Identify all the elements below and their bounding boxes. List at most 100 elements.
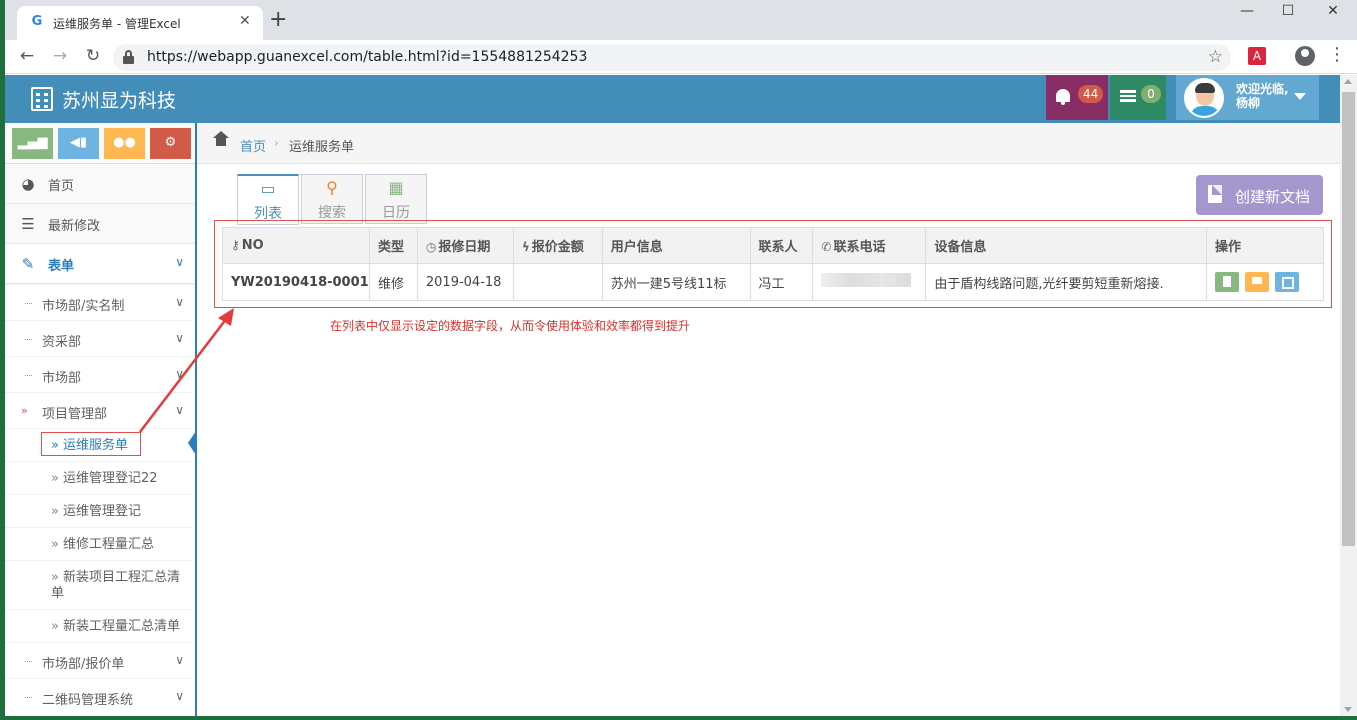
bell-icon bbox=[1056, 89, 1070, 105]
create-document-button[interactable]: 创建新文档 bbox=[1196, 175, 1323, 215]
create-document-label: 创建新文档 bbox=[1235, 188, 1311, 206]
double-chevron-right-icon: » bbox=[51, 471, 59, 486]
tab-search[interactable]: ⚲ 搜索 bbox=[301, 174, 363, 224]
extension-icon[interactable]: A bbox=[1248, 47, 1266, 65]
col-header-user[interactable]: 用户信息 bbox=[601, 227, 751, 264]
url-text[interactable]: https://webapp.guanexcel.com/table.html?… bbox=[147, 49, 587, 65]
app-header: 苏州显为科技 44 0 欢迎光临, 杨柳 bbox=[5, 75, 1340, 123]
breadcrumb-separator: › bbox=[274, 136, 279, 150]
records-table: ⚷ NO 类型 ◷ 报修日期 ϟ 报价金额 用户信息 联系人 ✆ 联系电话 设备信息 操… bbox=[222, 227, 1324, 301]
breadcrumb-current: 运维服务单 bbox=[289, 140, 355, 155]
notifications-button[interactable]: 44 bbox=[1046, 75, 1108, 120]
table-row[interactable]: YW20190418-0001 维修 2019-04-18 苏州一建5号线11标… bbox=[222, 263, 1324, 301]
url-bar[interactable]: https://webapp.guanexcel.com/table.html?… bbox=[113, 44, 1231, 71]
sidebar-group-label: 二维码管理系统 bbox=[42, 693, 134, 708]
list-icon: ☰ bbox=[21, 215, 35, 233]
notifications-badge: 44 bbox=[1078, 85, 1104, 103]
breadcrumb-home-link[interactable]: 首页 bbox=[240, 136, 266, 155]
tab-label: 搜索 bbox=[318, 205, 346, 221]
sidebar-group-market-quote[interactable]: 市场部/报价单 ∨ bbox=[5, 642, 195, 678]
tab-title: 运维服务单 - 管理Excel bbox=[53, 17, 181, 31]
caret-down-icon bbox=[1294, 93, 1306, 100]
forward-icon[interactable]: → bbox=[48, 45, 72, 67]
col-header-label: 用户信息 bbox=[610, 240, 663, 255]
sidebar-item-home[interactable]: ◕ 首页 bbox=[5, 164, 195, 204]
tasks-badge: 0 bbox=[1141, 85, 1161, 103]
sidebar-group-market[interactable]: 市场部 ∨ bbox=[5, 356, 195, 392]
sidebar-item-forms[interactable]: ✎ 表单 ∨ bbox=[5, 244, 195, 284]
col-header-phone[interactable]: ✆ 联系电话 bbox=[812, 227, 927, 264]
browser-tab[interactable]: G 运维服务单 - 管理Excel ✕ bbox=[17, 6, 263, 40]
maximize-icon[interactable]: ☐ bbox=[1277, 2, 1299, 20]
scroll-up-icon[interactable] bbox=[1344, 79, 1352, 84]
double-chevron-right-icon: » bbox=[51, 619, 59, 634]
tab-list[interactable]: ▭ 列表 bbox=[237, 174, 299, 225]
minimize-icon[interactable]: — bbox=[1236, 2, 1258, 20]
sidebar-group-qrcode[interactable]: 二维码管理系统 ∨ bbox=[5, 678, 195, 716]
sidebar-group-market-realname[interactable]: 市场部/实名制 ∨ bbox=[5, 284, 195, 320]
double-chevron-right-icon: » bbox=[21, 404, 28, 417]
cell-no[interactable]: YW20190418-0001 bbox=[222, 263, 370, 301]
scroll-thumb[interactable] bbox=[1342, 92, 1355, 546]
tasks-icon bbox=[1120, 90, 1136, 102]
phone-icon: ✆ bbox=[821, 240, 832, 254]
bullhorn-icon: ◀▮ bbox=[69, 135, 88, 150]
col-header-type[interactable]: 类型 bbox=[368, 227, 418, 264]
sidebar-group-label: 市场部/报价单 bbox=[42, 657, 125, 672]
scroll-down-icon[interactable] bbox=[1344, 707, 1352, 712]
back-icon[interactable]: ← bbox=[15, 45, 39, 67]
page-scrollbar[interactable] bbox=[1340, 75, 1357, 716]
sidebar-item-ops-register[interactable]: » 运维管理登记 bbox=[5, 494, 195, 527]
shortcut-stats-button[interactable]: ▂▄▆ bbox=[12, 128, 53, 159]
profile-icon[interactable] bbox=[1295, 46, 1315, 66]
browser-menu-icon[interactable]: ⋮ bbox=[1328, 45, 1346, 65]
sidebar-item-repair-summary[interactable]: » 维修工程量汇总 bbox=[5, 527, 195, 560]
cell-device: 由于盾构线路问题,光纤要剪短重新熔接. bbox=[925, 263, 1208, 301]
chevron-down-icon: ∨ bbox=[175, 367, 184, 381]
sidebar-item-ops-register-22[interactable]: » 运维管理登记22 bbox=[5, 461, 195, 494]
chevron-down-icon: ∨ bbox=[175, 255, 184, 269]
col-header-no[interactable]: ⚷ NO bbox=[222, 227, 370, 264]
sidebar-shortcuts: ▂▄▆ ◀▮ ●● ⚙ bbox=[5, 123, 195, 164]
col-header-label: 类型 bbox=[377, 240, 404, 255]
brand-name[interactable]: 苏州显为科技 bbox=[62, 86, 176, 113]
flag-button[interactable] bbox=[1245, 272, 1270, 292]
redacted-phone bbox=[821, 273, 912, 287]
sidebar-group-project-mgmt[interactable]: » 项目管理部 ∨ bbox=[5, 392, 195, 428]
col-header-device[interactable]: 设备信息 bbox=[925, 227, 1208, 264]
tab-close-icon[interactable]: ✕ bbox=[239, 13, 251, 29]
bookmark-star-icon[interactable]: ☆ bbox=[1208, 47, 1223, 67]
file-icon bbox=[1208, 185, 1222, 203]
user-menu[interactable]: 欢迎光临, 杨柳 bbox=[1176, 75, 1319, 120]
folder-open-icon: ▭ bbox=[260, 179, 276, 198]
sidebar-group-label: 市场部/实名制 bbox=[42, 299, 125, 314]
avatar bbox=[1184, 78, 1224, 118]
shortcut-settings-button[interactable]: ⚙ bbox=[150, 128, 191, 159]
chevron-down-icon: ∨ bbox=[175, 403, 184, 417]
col-header-label: NO bbox=[241, 238, 264, 253]
col-header-amount[interactable]: ϟ 报价金额 bbox=[512, 227, 603, 264]
col-header-date[interactable]: ◷ 报修日期 bbox=[416, 227, 514, 264]
main-content: 首页 › 运维服务单 ▭ 列表 ⚲ 搜索 ▦ 日历 创建新文档 ⚷ NO 类型 … bbox=[197, 123, 1340, 716]
edit-button[interactable] bbox=[1275, 272, 1300, 292]
edit-icon: ✎ bbox=[21, 255, 35, 273]
window-close-icon[interactable]: ✕ bbox=[1322, 2, 1344, 20]
cell-type: 维修 bbox=[368, 263, 418, 301]
col-header-contact[interactable]: 联系人 bbox=[749, 227, 814, 264]
user-greeting: 欢迎光临, 杨柳 bbox=[1236, 82, 1289, 110]
sidebar-item-label: 最新修改 bbox=[48, 219, 101, 234]
tasks-button[interactable]: 0 bbox=[1110, 75, 1166, 120]
shortcut-announce-button[interactable]: ◀▮ bbox=[58, 128, 99, 159]
sidebar-item-new-install-summary[interactable]: » 新装工程量汇总清单 bbox=[5, 609, 195, 642]
reload-icon[interactable]: ↻ bbox=[81, 45, 105, 67]
sidebar-item-recent[interactable]: ☰ 最新修改 bbox=[5, 204, 195, 244]
chevron-down-icon: ∨ bbox=[175, 331, 184, 345]
new-tab-icon[interactable]: + bbox=[269, 9, 287, 31]
tab-calendar[interactable]: ▦ 日历 bbox=[365, 174, 427, 224]
sidebar-item-new-project-summary[interactable]: » 新装项目工程汇总清单 bbox=[5, 560, 195, 609]
view-button[interactable] bbox=[1215, 272, 1240, 292]
favicon-icon: G bbox=[31, 14, 43, 29]
sidebar-group-procurement[interactable]: 资采部 ∨ bbox=[5, 320, 195, 356]
shortcut-users-button[interactable]: ●● bbox=[104, 128, 145, 159]
cell-actions bbox=[1206, 263, 1324, 301]
